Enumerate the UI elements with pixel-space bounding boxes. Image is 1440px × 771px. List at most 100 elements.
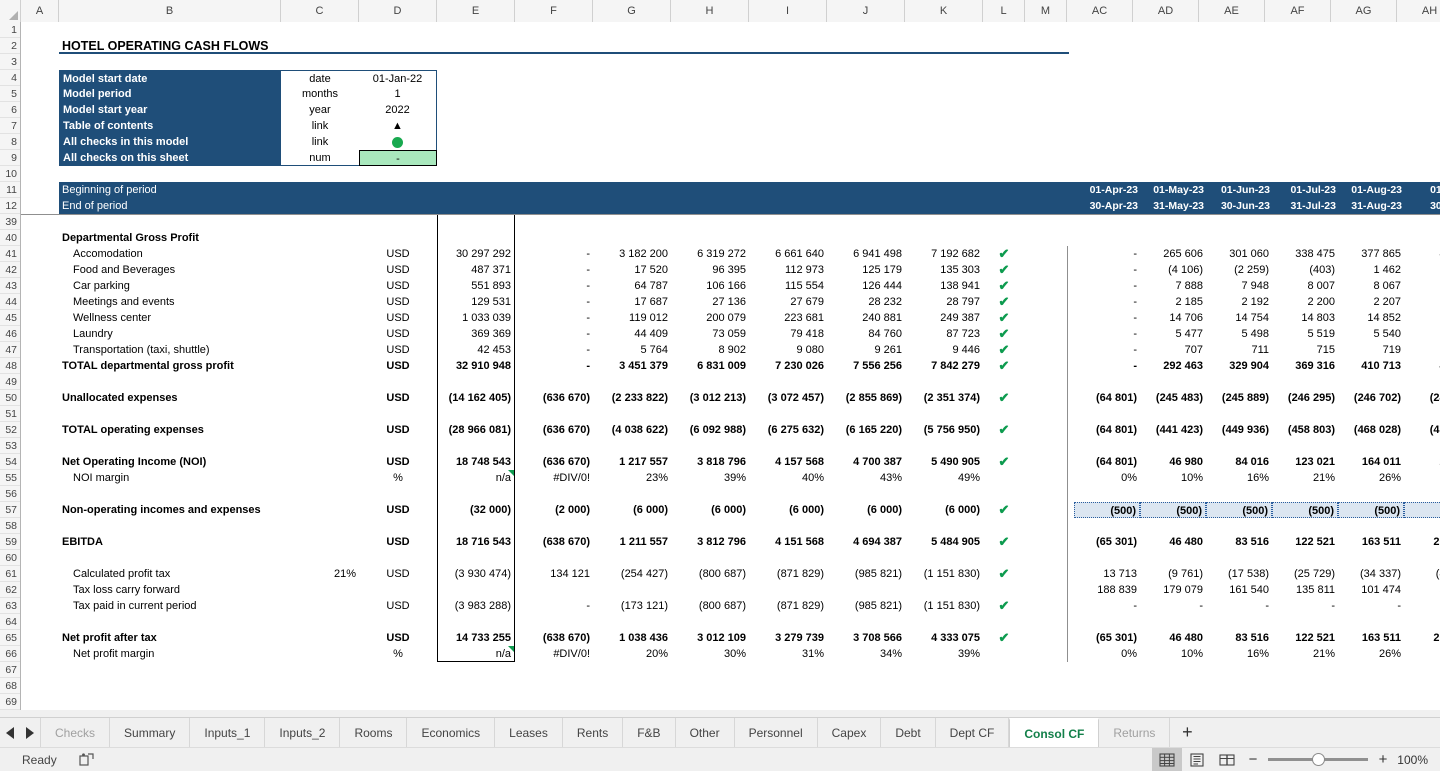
row-value-0[interactable]: (638 670) [515,630,593,646]
row-header-40[interactable]: 40 [0,230,20,246]
row-right-value-0[interactable]: - [1074,358,1140,374]
row-rate[interactable] [281,470,359,486]
row-right-value-2[interactable]: (500) [1206,502,1272,518]
row-right-value-4[interactable]: (246 702) [1338,390,1404,406]
row-header-42[interactable]: 42 [0,262,20,278]
row-value-5[interactable] [905,486,983,502]
row-value-4[interactable] [827,614,905,630]
column-header-AD[interactable]: AD [1133,0,1199,22]
row-value-2[interactable]: (800 687) [671,598,749,614]
row-label[interactable]: Calculated profit tax [59,566,281,582]
add-sheet-button[interactable]: + [1170,718,1205,747]
row-value-2[interactable]: 96 395 [671,262,749,278]
cell-m[interactable] [1025,246,1067,262]
row-right-value-5[interactable]: 206 9 [1404,454,1440,470]
cell-a[interactable] [21,278,59,294]
row-value-2[interactable]: 200 079 [671,310,749,326]
cell-m[interactable] [1025,422,1067,438]
table-row[interactable] [21,614,1440,630]
cell-a[interactable] [21,342,59,358]
row-right-value-3[interactable]: 369 316 [1272,358,1338,374]
row-label[interactable]: Unallocated expenses [59,390,281,406]
row-value-5[interactable] [905,518,983,534]
row-total[interactable]: (32 000) [437,502,515,518]
row-value-2[interactable]: (6 000) [671,502,749,518]
cell-a[interactable] [21,358,59,374]
macro-record-icon[interactable] [79,752,95,767]
row-total[interactable]: (28 966 081) [437,422,515,438]
table-row[interactable]: Tax loss carry forward 188 839 179 079 161 … [21,582,1440,598]
row-right-value-4[interactable]: 26% [1338,646,1404,662]
column-header-B[interactable]: B [59,0,281,22]
row-label[interactable] [59,550,281,566]
row-value-2[interactable]: (800 687) [671,566,749,582]
row-value-3[interactable]: 115 554 [749,278,827,294]
row-header-69[interactable]: 69 [0,694,20,710]
row-unit[interactable]: USD [359,598,437,614]
row-right-value-0[interactable] [1074,614,1140,630]
cell-a[interactable] [21,614,59,630]
row-value-4[interactable]: 6 941 498 [827,246,905,262]
row-value-5[interactable] [905,582,983,598]
worksheet-grid[interactable]: HOTEL OPERATING CASH FLOWS Model start d… [21,22,1440,716]
row-value-4[interactable]: 9 261 [827,342,905,358]
row-total[interactable]: (3 983 288) [437,598,515,614]
row-right-value-4[interactable] [1338,518,1404,534]
row-value-2[interactable]: 8 902 [671,342,749,358]
row-right-value-3[interactable] [1272,374,1338,390]
row-right-value-1[interactable]: (441 423) [1140,422,1206,438]
row-value-1[interactable] [593,518,671,534]
sheet-tab-debt[interactable]: Debt [881,718,936,747]
row-header-59[interactable]: 59 [0,534,20,550]
row-total[interactable]: n/a [437,470,515,486]
row-right-value-2[interactable] [1206,550,1272,566]
table-row[interactable]: EBITDA USD 18 716 543 (638 670) 1 211 557 3 8… [21,534,1440,550]
row-right-value-3[interactable] [1272,550,1338,566]
row-header-8[interactable]: 8 [0,134,20,150]
sheet-tab-dept-cf[interactable]: Dept CF [935,718,1010,747]
page-break-view-button[interactable] [1212,748,1242,771]
row-rate[interactable] [281,278,359,294]
row-right-value-3[interactable]: 8 007 [1272,278,1338,294]
cell-m[interactable] [1025,406,1067,422]
row-value-0[interactable]: - [515,326,593,342]
cell-m[interactable] [1025,614,1067,630]
row-right-value-2[interactable]: 7 948 [1206,278,1272,294]
row-value-1[interactable]: 1 211 557 [593,534,671,550]
green-circle-icon[interactable] [359,134,437,150]
row-rate[interactable] [281,326,359,342]
row-right-value-5[interactable]: 8 1 [1404,278,1440,294]
row-value-1[interactable] [593,614,671,630]
row-header-10[interactable]: 10 [0,166,20,182]
row-right-value-0[interactable]: (64 801) [1074,390,1140,406]
table-row[interactable]: TOTAL departmental gross profit USD 32 910… [21,358,1440,374]
row-value-1[interactable]: (173 121) [593,598,671,614]
row-total[interactable]: 129 531 [437,294,515,310]
cell-m[interactable] [1025,550,1067,566]
row-unit[interactable]: USD [359,358,437,374]
row-rate[interactable] [281,582,359,598]
row-value-0[interactable]: - [515,262,593,278]
row-value-2[interactable]: 27 136 [671,294,749,310]
row-header-55[interactable]: 55 [0,470,20,486]
row-rate[interactable] [281,422,359,438]
row-value-5[interactable]: (6 000) [905,502,983,518]
row-unit[interactable] [359,550,437,566]
row-value-0[interactable] [515,406,593,422]
row-header-6[interactable]: 6 [0,102,20,118]
row-header-46[interactable]: 46 [0,326,20,342]
row-right-value-2[interactable] [1206,486,1272,502]
row-right-value-5[interactable] [1404,374,1440,390]
row-right-value-3[interactable]: 2 200 [1272,294,1338,310]
row-right-value-1[interactable] [1140,550,1206,566]
row-value-4[interactable]: 34% [827,646,905,662]
column-header-AG[interactable]: AG [1331,0,1397,22]
row-value-2[interactable]: 3 012 109 [671,630,749,646]
row-right-value-5[interactable]: 3 3 [1404,262,1440,278]
row-value-3[interactable] [749,550,827,566]
row-value-2[interactable]: 30% [671,646,749,662]
row-value-5[interactable]: 4 333 075 [905,630,983,646]
row-value-5[interactable]: 5 490 905 [905,454,983,470]
row-value-5[interactable]: (1 151 830) [905,598,983,614]
table-row[interactable]: Meetings and events USD 129 531-17 687 27 1… [21,294,1440,310]
